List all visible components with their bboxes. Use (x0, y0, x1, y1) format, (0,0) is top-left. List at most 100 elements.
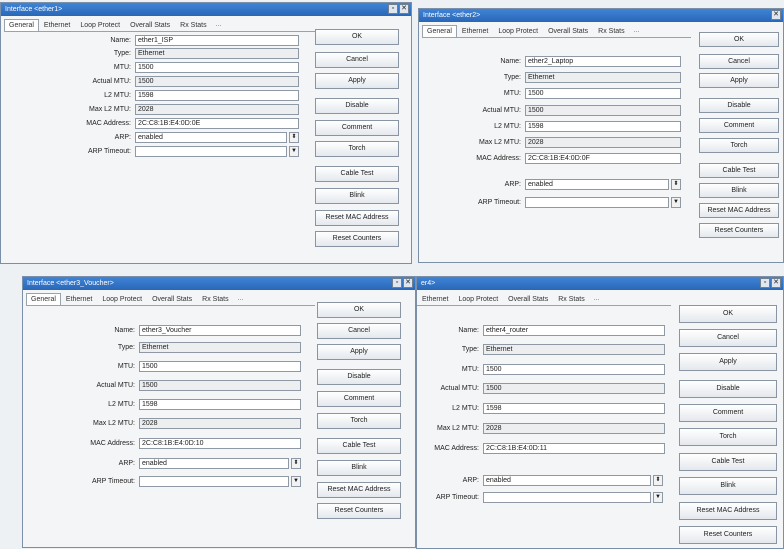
tab-overall-stats[interactable]: Overall Stats (543, 25, 593, 37)
mtu-field[interactable]: 1500 (483, 364, 665, 375)
l2-mtu-field[interactable]: 1598 (135, 90, 299, 101)
window-titlebar[interactable]: Interface <ether2> ✕ (419, 9, 783, 22)
apply-button[interactable]: Apply (679, 353, 777, 371)
reset-counters-button[interactable]: Reset Counters (679, 526, 777, 544)
updown-arrow-icon[interactable]: ⬍ (653, 475, 663, 486)
close-icon[interactable]: ✕ (399, 4, 409, 14)
blink-button[interactable]: Blink (317, 460, 401, 476)
torch-button[interactable]: Torch (699, 138, 779, 153)
comment-button[interactable]: Comment (699, 118, 779, 133)
ok-button[interactable]: OK (317, 302, 401, 318)
comment-button[interactable]: Comment (317, 391, 401, 407)
chevron-down-icon[interactable]: ▼ (289, 146, 299, 157)
tab-overall-stats[interactable]: Overall Stats (147, 293, 197, 305)
tab-ethernet[interactable]: Ethernet (417, 293, 453, 305)
tab-ethernet[interactable]: Ethernet (39, 19, 75, 31)
reset-mac-address-button[interactable]: Reset MAC Address (315, 210, 399, 226)
reset-counters-button[interactable]: Reset Counters (315, 231, 399, 247)
ok-button[interactable]: OK (679, 305, 777, 323)
arp-select[interactable]: enabled (139, 458, 289, 469)
tab-rx-stats[interactable]: Rx Stats (197, 293, 233, 305)
mac-address-field[interactable]: 2C:C8:1B:E4:0D:0E (135, 118, 299, 129)
reset-mac-address-button[interactable]: Reset MAC Address (317, 482, 401, 498)
tab-overall-stats[interactable]: Overall Stats (503, 293, 553, 305)
tab-overflow[interactable]: ... (630, 25, 644, 37)
disable-button[interactable]: Disable (317, 369, 401, 385)
mtu-field[interactable]: 1500 (525, 88, 681, 99)
reset-mac-address-button[interactable]: Reset MAC Address (699, 203, 779, 218)
chevron-down-icon[interactable]: ▼ (291, 476, 301, 487)
torch-button[interactable]: Torch (317, 413, 401, 429)
tab-rx-stats[interactable]: Rx Stats (553, 293, 589, 305)
mtu-field[interactable]: 1500 (135, 62, 299, 73)
tab-rx-stats[interactable]: Rx Stats (593, 25, 629, 37)
tab-overflow[interactable]: ... (590, 293, 604, 305)
l2-mtu-field[interactable]: 1598 (483, 403, 665, 414)
tab-general[interactable]: General (422, 25, 457, 37)
torch-button[interactable]: Torch (315, 141, 399, 157)
mtu-field[interactable]: 1500 (139, 361, 301, 372)
window-titlebar[interactable]: er4> ▫ ✕ (417, 277, 783, 290)
cancel-button[interactable]: Cancel (317, 323, 401, 339)
l2-mtu-field[interactable]: 1598 (525, 121, 681, 132)
cancel-button[interactable]: Cancel (315, 52, 399, 68)
comment-button[interactable]: Comment (315, 120, 399, 136)
cable-test-button[interactable]: Cable Test (679, 453, 777, 471)
name-field[interactable]: ether4_router (483, 325, 665, 336)
tab-overflow[interactable]: ... (212, 19, 226, 31)
tab-ethernet[interactable]: Ethernet (457, 25, 493, 37)
apply-button[interactable]: Apply (315, 73, 399, 89)
apply-button[interactable]: Apply (699, 73, 779, 88)
close-icon[interactable]: ✕ (771, 10, 781, 20)
tab-loop-protect[interactable]: Loop Protect (453, 293, 503, 305)
l2-mtu-field[interactable]: 1598 (139, 399, 301, 410)
name-field[interactable]: ether3_Voucher (139, 325, 301, 336)
tab-loop-protect[interactable]: Loop Protect (493, 25, 543, 37)
cancel-button[interactable]: Cancel (699, 54, 779, 69)
mac-address-field[interactable]: 2C:C8:1B:E4:0D:0F (525, 153, 681, 164)
name-field[interactable]: ether1_ISP (135, 35, 299, 46)
ok-button[interactable]: OK (315, 29, 399, 45)
close-icon[interactable]: ✕ (403, 278, 413, 288)
tab-overall-stats[interactable]: Overall Stats (125, 19, 175, 31)
updown-arrow-icon[interactable]: ⬍ (291, 458, 301, 469)
cable-test-button[interactable]: Cable Test (315, 166, 399, 182)
reset-mac-address-button[interactable]: Reset MAC Address (679, 502, 777, 520)
disable-button[interactable]: Disable (315, 98, 399, 114)
arp-select[interactable]: enabled (135, 132, 287, 143)
torch-button[interactable]: Torch (679, 428, 777, 446)
chevron-down-icon[interactable]: ▼ (653, 492, 663, 503)
arp-timeout-field[interactable] (135, 146, 287, 157)
tab-rx-stats[interactable]: Rx Stats (175, 19, 211, 31)
reset-counters-button[interactable]: Reset Counters (699, 223, 779, 238)
tab-ethernet[interactable]: Ethernet (61, 293, 97, 305)
close-icon[interactable]: ✕ (771, 278, 781, 288)
blink-button[interactable]: Blink (699, 183, 779, 198)
blink-button[interactable]: Blink (679, 477, 777, 495)
window-titlebar[interactable]: Interface <ether3_Voucher> ▫ ✕ (23, 277, 415, 290)
window-titlebar[interactable]: Interface <ether1> ▫ ✕ (1, 3, 411, 16)
tab-overflow[interactable]: ... (234, 293, 248, 305)
arp-timeout-field[interactable] (139, 476, 289, 487)
disable-button[interactable]: Disable (679, 380, 777, 398)
tab-loop-protect[interactable]: Loop Protect (75, 19, 125, 31)
comment-button[interactable]: Comment (679, 404, 777, 422)
cancel-button[interactable]: Cancel (679, 329, 777, 347)
restore-icon[interactable]: ▫ (760, 278, 770, 288)
mac-address-field[interactable]: 2C:C8:1B:E4:0D:10 (139, 438, 301, 449)
restore-icon[interactable]: ▫ (392, 278, 402, 288)
restore-icon[interactable]: ▫ (388, 4, 398, 14)
reset-counters-button[interactable]: Reset Counters (317, 503, 401, 519)
tab-loop-protect[interactable]: Loop Protect (97, 293, 147, 305)
updown-arrow-icon[interactable]: ⬍ (289, 132, 299, 143)
arp-select[interactable]: enabled (525, 179, 669, 190)
cable-test-button[interactable]: Cable Test (699, 163, 779, 178)
mac-address-field[interactable]: 2C:C8:1B:E4:0D:11 (483, 443, 665, 454)
arp-timeout-field[interactable] (525, 197, 669, 208)
blink-button[interactable]: Blink (315, 188, 399, 204)
name-field[interactable]: ether2_Laptop (525, 56, 681, 67)
disable-button[interactable]: Disable (699, 98, 779, 113)
apply-button[interactable]: Apply (317, 344, 401, 360)
ok-button[interactable]: OK (699, 32, 779, 47)
cable-test-button[interactable]: Cable Test (317, 438, 401, 454)
